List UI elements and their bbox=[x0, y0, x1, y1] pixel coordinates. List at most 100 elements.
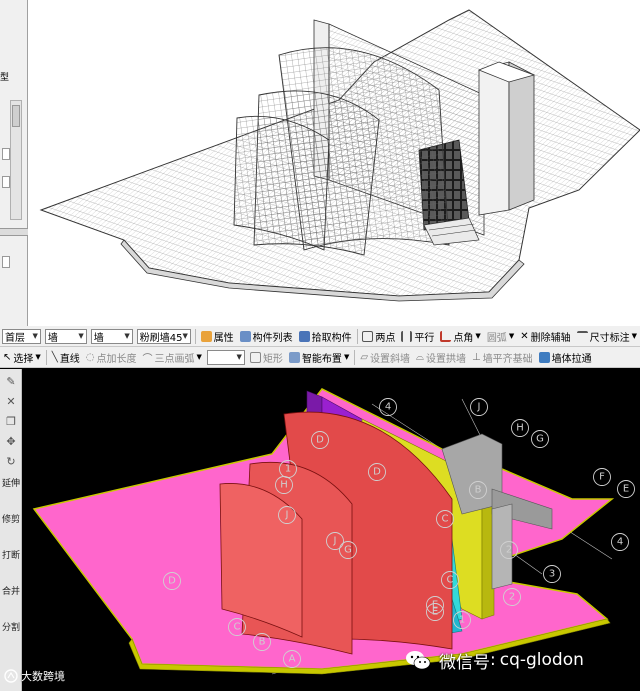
merge-tool[interactable]: 合并 bbox=[1, 587, 21, 598]
brand-mark: 大数跨境 bbox=[4, 668, 65, 684]
extend-tool[interactable]: 延伸 bbox=[1, 479, 21, 490]
pick-component-button[interactable]: 拾取构件 bbox=[296, 326, 355, 346]
chevron-down-icon: ▼ bbox=[35, 353, 41, 361]
smart-icon bbox=[288, 351, 300, 363]
point-angle-button[interactable]: 点角 ▼ bbox=[437, 326, 483, 346]
chevron-down-icon: ▼ bbox=[508, 332, 515, 340]
axis-label-letter: D bbox=[168, 576, 176, 587]
pick-icon bbox=[298, 330, 310, 342]
toolbar-separator bbox=[194, 328, 196, 344]
pick-component-label: 拾取构件 bbox=[311, 332, 352, 344]
set-slope-wall-button[interactable]: ▱ 设置斜墙 bbox=[357, 347, 413, 367]
axis-label-number: 2 bbox=[506, 545, 512, 556]
axis-label-letter: D bbox=[373, 467, 381, 478]
axis-label-letter: B bbox=[475, 485, 482, 496]
move-icon[interactable]: ✥ bbox=[4, 435, 18, 449]
property-type-label: 型 bbox=[0, 73, 10, 83]
modeling-window: 首层 ▼ 墙 ▼ 墙 ▼ 粉刷墙45 ▼ 属性 构件列表 拾取构件 两点 平行 … bbox=[0, 326, 640, 691]
select-label: 选择 bbox=[13, 353, 34, 365]
point-add-length-button[interactable]: ◌ 点加长度 bbox=[83, 347, 140, 367]
point-add-length-label: 点加长度 bbox=[96, 353, 137, 365]
delete-icon[interactable]: ✕ bbox=[4, 395, 18, 409]
wireframe-model-view[interactable] bbox=[29, 0, 640, 326]
wall-stretch-button[interactable]: 墙体拉通 bbox=[536, 347, 595, 367]
align-wall-base-button[interactable]: ⊥ 墙平齐基础 bbox=[469, 347, 536, 367]
component-select[interactable]: 粉刷墙45 ▼ bbox=[136, 328, 191, 344]
panel-splitter[interactable] bbox=[0, 228, 28, 236]
properties-label: 属性 bbox=[213, 332, 234, 344]
dimension-icon bbox=[576, 330, 588, 342]
wechat-watermark: 微信号: cq-glodon bbox=[405, 646, 584, 674]
type-select[interactable]: 墙 ▼ bbox=[90, 328, 133, 344]
axis-label-letter: J bbox=[333, 536, 337, 547]
chevron-down-icon: ▼ bbox=[78, 332, 84, 340]
arc-option-select[interactable]: ▼ bbox=[206, 349, 245, 365]
tower bbox=[477, 61, 536, 216]
category-select-value: 墙 bbox=[47, 332, 58, 344]
line-button[interactable]: ╲ 直线 bbox=[49, 347, 83, 367]
axis-label-number: 1 bbox=[459, 615, 465, 626]
brand-logo-icon bbox=[4, 669, 18, 683]
axis-label-letter: C bbox=[447, 575, 454, 586]
chevron-down-icon: ▼ bbox=[32, 332, 38, 340]
modify-toolstrip: ✎ ✕ ❐ ✥ ↻ 延伸 修剪 打断 合并 分割 bbox=[0, 369, 22, 691]
axis-label-number: 3 bbox=[549, 569, 555, 580]
two-points-button[interactable]: 两点 bbox=[359, 326, 398, 346]
align-wall-base-label: 墙平齐基础 bbox=[482, 353, 533, 365]
pencil-icon[interactable]: ✎ bbox=[4, 375, 18, 389]
delete-aux-axis-button[interactable]: ✕ 删除辅轴 bbox=[517, 326, 573, 346]
split-tool[interactable]: 分割 bbox=[1, 623, 21, 634]
component-list-button[interactable]: 构件列表 bbox=[237, 326, 296, 346]
set-arch-wall-button[interactable]: ⌓ 设置拱墙 bbox=[413, 347, 469, 367]
chevron-down-icon: ▼ bbox=[343, 353, 350, 361]
rotate-icon[interactable]: ↻ bbox=[4, 455, 18, 469]
scrollbar-thumb[interactable] bbox=[12, 105, 20, 127]
rectangle-button[interactable]: 矩形 bbox=[247, 347, 286, 367]
stretch-icon bbox=[538, 351, 550, 363]
axis-label-number: 4 bbox=[385, 402, 391, 413]
line-icon: ╲ bbox=[51, 351, 58, 363]
arch-wall-icon: ⌓ bbox=[416, 351, 424, 363]
delete-axis-icon: ✕ bbox=[520, 330, 529, 342]
axis-label-letter: C bbox=[442, 514, 449, 525]
two-points-label: 两点 bbox=[375, 332, 396, 344]
watermark-account: cq-glodon bbox=[499, 650, 584, 670]
colored-model-view[interactable]: ABCDCDEFGHJEJHGJDCBE1234412 bbox=[22, 369, 640, 691]
parallel-button[interactable]: 平行 bbox=[398, 326, 437, 346]
delete-aux-axis-label: 删除辅轴 bbox=[530, 332, 571, 344]
axis-label-number: 1 bbox=[285, 464, 291, 475]
two-point-icon bbox=[362, 330, 374, 342]
select-button[interactable]: ↖ 选择 ▼ bbox=[0, 347, 44, 367]
component-select-value: 粉刷墙45 bbox=[139, 332, 183, 344]
property-field-button[interactable] bbox=[2, 148, 10, 160]
axis-label-number: 4 bbox=[617, 537, 623, 548]
property-field-button[interactable] bbox=[2, 176, 10, 188]
arc-icon: ⌒ bbox=[142, 353, 153, 365]
copy-icon[interactable]: ❐ bbox=[4, 415, 18, 429]
rectangle-label: 矩形 bbox=[262, 353, 283, 365]
set-slope-wall-label: 设置斜墙 bbox=[370, 353, 411, 365]
floor-select[interactable]: 首层 ▼ bbox=[2, 328, 41, 344]
axis-label-letter: H bbox=[516, 423, 524, 434]
smart-layout-button[interactable]: 智能布置 ▼ bbox=[286, 347, 352, 367]
rectangle-icon bbox=[249, 351, 261, 363]
select-arrow-icon: ↖ bbox=[3, 351, 12, 363]
slope-wall-icon: ▱ bbox=[360, 351, 369, 363]
property-scrollbar[interactable] bbox=[10, 100, 22, 220]
dimension-label: 尺寸标注 bbox=[589, 332, 630, 344]
wechat-icon bbox=[406, 651, 431, 670]
three-point-arc-button[interactable]: ⌒ 三点画弧 ▼ bbox=[140, 347, 205, 367]
main-toolbar: 首层 ▼ 墙 ▼ 墙 ▼ 粉刷墙45 ▼ 属性 构件列表 拾取构件 两点 平行 … bbox=[0, 326, 640, 347]
axis-label-letter: B bbox=[259, 637, 266, 648]
axis-label-letter: G bbox=[344, 545, 352, 556]
chevron-down-icon: ▼ bbox=[236, 353, 242, 361]
dimension-button[interactable]: 尺寸标注 ▼ bbox=[574, 326, 640, 346]
property-field-button[interactable] bbox=[2, 256, 10, 268]
wall-stretch-label: 墙体拉通 bbox=[551, 353, 592, 365]
category-select[interactable]: 墙 ▼ bbox=[44, 328, 87, 344]
axis-label-letter: J bbox=[285, 510, 289, 521]
trim-tool[interactable]: 修剪 bbox=[1, 515, 21, 526]
break-tool[interactable]: 打断 bbox=[1, 551, 21, 562]
arc-button[interactable]: 圆弧 ▼ bbox=[484, 326, 517, 346]
properties-button[interactable]: 属性 bbox=[198, 326, 237, 346]
